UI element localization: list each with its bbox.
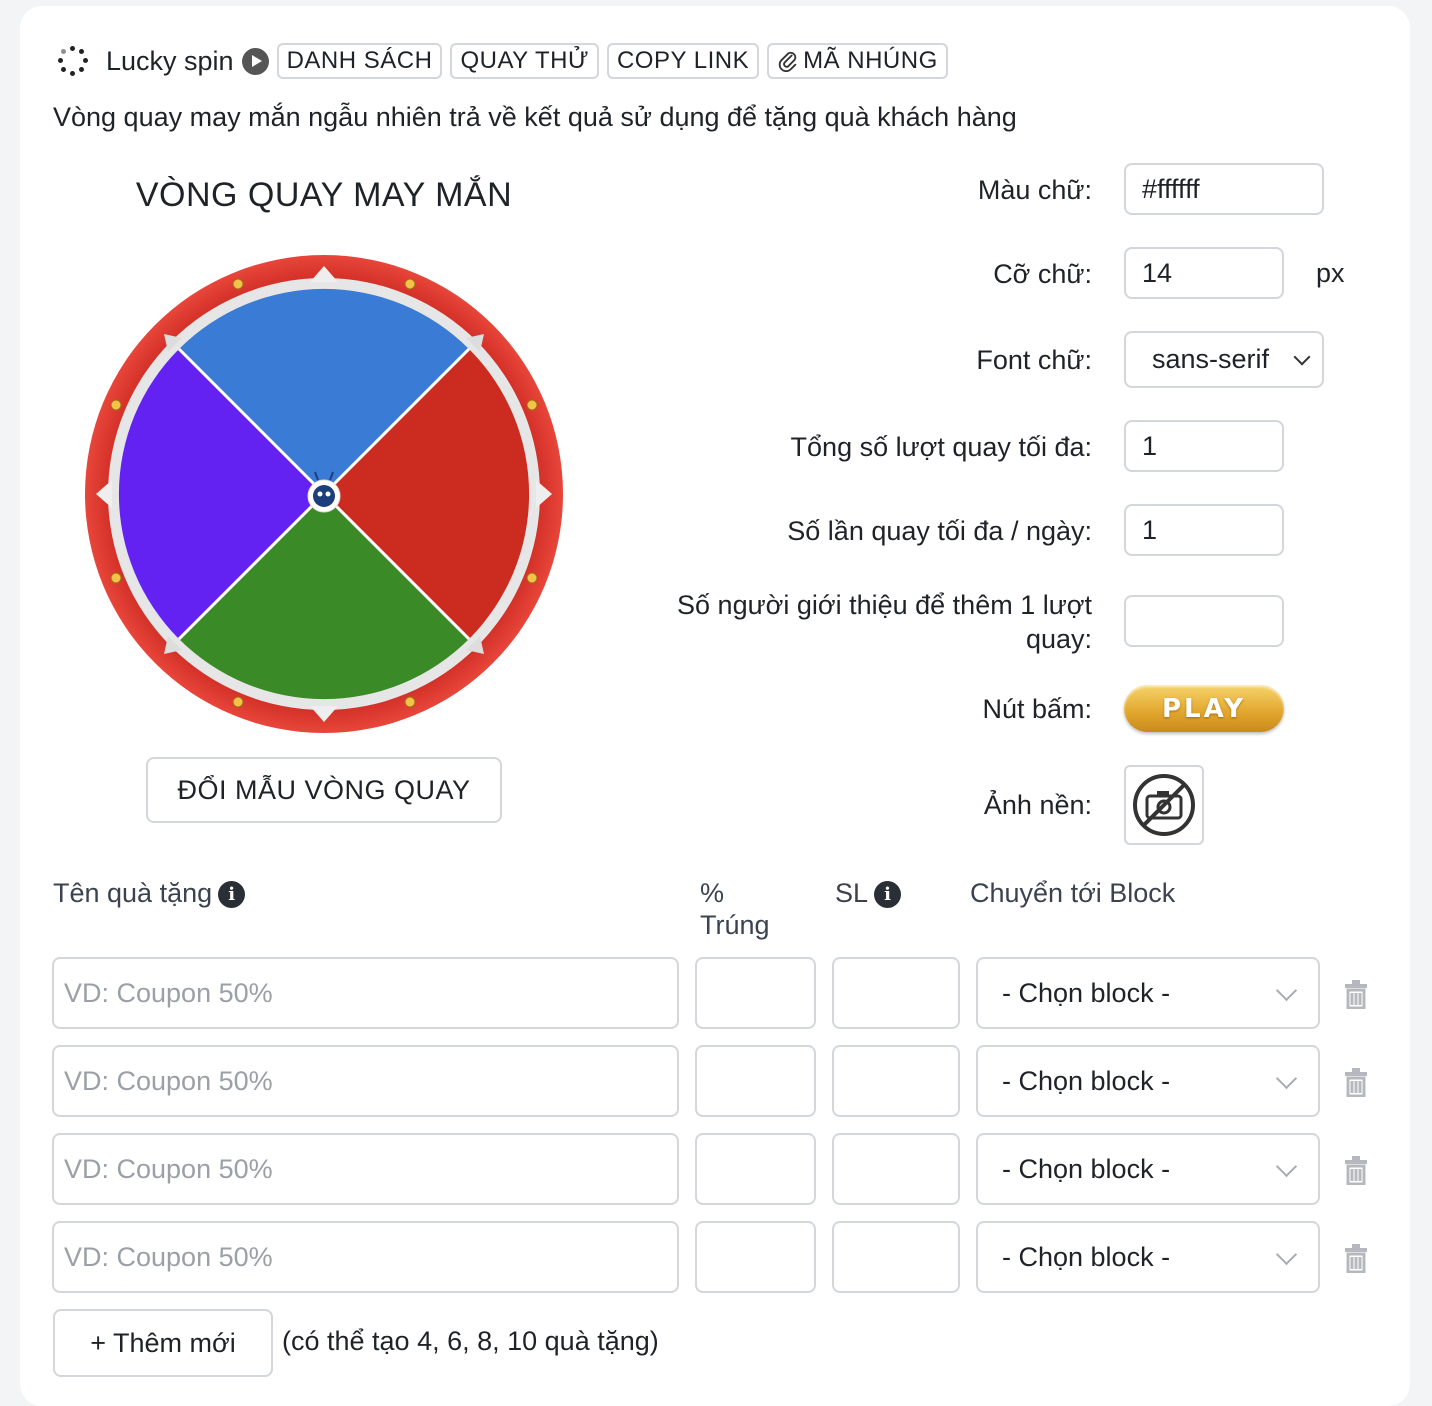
trash-icon[interactable] [1344, 1155, 1368, 1185]
prize-qty-input[interactable] [832, 1133, 960, 1205]
background-label: Ảnh nền: [983, 790, 1092, 820]
info-icon[interactable]: i [218, 881, 246, 909]
copy-link-button[interactable]: COPY LINK [606, 43, 760, 79]
block-select[interactable]: - Chọn block - [976, 1045, 1320, 1117]
col-qty-text: SL [835, 878, 869, 908]
col-header-prize-name: Tên quà tặng i [53, 877, 246, 909]
prize-percent-input[interactable] [695, 1133, 816, 1205]
max-spins-input[interactable]: 1 [1124, 420, 1284, 472]
block-select-value: - Chọn block - [1002, 1153, 1171, 1184]
chevron-down-icon [1275, 1243, 1298, 1266]
max-per-day-input[interactable]: 1 [1124, 504, 1284, 556]
max-spins-label: Tổng số lượt quay tối đa: [790, 432, 1092, 462]
spin-wheel[interactable] [84, 254, 564, 734]
col-header-block: Chuyển tới Block [970, 878, 1176, 908]
prize-name-input[interactable]: VD: Coupon 50% [52, 1133, 679, 1205]
prize-percent-input[interactable] [695, 1221, 816, 1293]
chevron-down-icon [1275, 979, 1298, 1002]
info-icon[interactable]: i [874, 881, 902, 909]
no-image-camera-icon [1133, 774, 1195, 836]
prize-qty-input[interactable] [832, 1045, 960, 1117]
add-prize-note: (có thể tạo 4, 6, 8, 10 quà tặng) [282, 1326, 659, 1356]
page-subtitle: Vòng quay may mắn ngẫu nhiên trả về kết … [53, 102, 1017, 132]
paperclip-icon [778, 51, 797, 72]
text-color-label: Màu chữ: [977, 175, 1092, 205]
play-button-label: Nút bấm: [982, 694, 1092, 724]
spinner-icon [58, 46, 88, 76]
max-per-day-label: Số lần quay tối đa / ngày: [787, 516, 1092, 546]
embed-code-button[interactable]: MÃ NHÚNG [767, 43, 948, 79]
prize-qty-input[interactable] [832, 1221, 960, 1293]
prize-row: VD: Coupon 50% - Chọn block - [0, 1045, 1432, 1117]
col-header-qty: SL i [835, 877, 902, 909]
referrals-label: Số người giới thiệu để thêm 1 lượt quay: [677, 590, 1092, 654]
embed-code-label: MÃ NHÚNG [803, 47, 938, 74]
header-toolbar: Lucky spin DANH SÁCH QUAY THỬ COPY LINK … [58, 40, 956, 82]
prize-row: VD: Coupon 50% - Chọn block - [0, 1221, 1432, 1293]
test-spin-button[interactable]: QUAY THỬ [450, 43, 599, 79]
block-select-value: - Chọn block - [1002, 1241, 1171, 1272]
play-circle-icon[interactable] [241, 47, 269, 75]
add-prize-button[interactable]: + Thêm mới [53, 1309, 273, 1377]
trash-icon[interactable] [1344, 1243, 1368, 1273]
font-family-value: sans-serif [1152, 344, 1270, 374]
block-select[interactable]: - Chọn block - [976, 1133, 1320, 1205]
font-family-label: Font chữ: [976, 345, 1092, 375]
block-select[interactable]: - Chọn block - [976, 957, 1320, 1029]
font-size-label: Cỡ chữ: [993, 259, 1092, 289]
prize-percent-input[interactable] [695, 1045, 816, 1117]
prize-qty-input[interactable] [832, 957, 960, 1029]
prize-row: VD: Coupon 50% - Chọn block - [0, 1133, 1432, 1205]
change-wheel-template-button[interactable]: ĐỔI MẪU VÒNG QUAY [146, 757, 502, 823]
prize-percent-input[interactable] [695, 957, 816, 1029]
chevron-down-icon [1275, 1155, 1298, 1178]
trash-icon[interactable] [1344, 1067, 1368, 1097]
trash-icon[interactable] [1344, 979, 1368, 1009]
text-color-input[interactable]: #ffffff [1124, 163, 1324, 215]
app-title: Lucky spin [106, 45, 234, 76]
prize-name-input[interactable]: VD: Coupon 50% [52, 1045, 679, 1117]
col-prize-name-text: Tên quà tặng [53, 878, 213, 908]
block-select[interactable]: - Chọn block - [976, 1221, 1320, 1293]
block-select-value: - Chọn block - [1002, 977, 1171, 1008]
prize-row: VD: Coupon 50% - Chọn block - [0, 957, 1432, 1029]
play-button-preview[interactable]: PLAY [1124, 685, 1284, 732]
font-size-input[interactable]: 14 [1124, 247, 1284, 299]
wheel-title: VÒNG QUAY MAY MẮN [135, 176, 513, 214]
chevron-down-icon [1275, 1067, 1298, 1090]
block-select-value: - Chọn block - [1002, 1065, 1171, 1096]
prize-name-input[interactable]: VD: Coupon 50% [52, 957, 679, 1029]
list-button[interactable]: DANH SÁCH [276, 43, 443, 79]
font-family-select[interactable]: sans-serif [1124, 331, 1324, 388]
font-size-unit: px [1316, 258, 1345, 288]
chevron-down-icon [1293, 348, 1311, 366]
background-image-picker[interactable] [1124, 765, 1204, 845]
col-header-percent: % Trúng [700, 878, 770, 940]
referrals-input[interactable] [1124, 595, 1284, 647]
prize-name-input[interactable]: VD: Coupon 50% [52, 1221, 679, 1293]
